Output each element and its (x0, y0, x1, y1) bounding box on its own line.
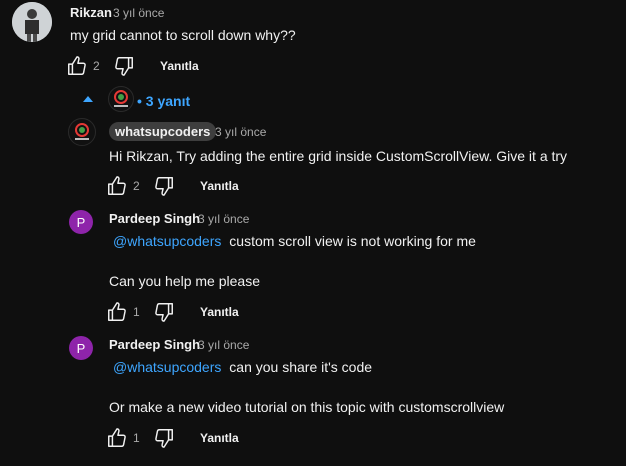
replies-toggle[interactable] (82, 93, 94, 105)
reply-text-line2: Can you help me please (109, 273, 260, 289)
reply-author[interactable]: Pardeep Singh (109, 337, 200, 352)
like-count: 1 (133, 431, 140, 445)
reply-text-line2: Or make a new video tutorial on this top… (109, 399, 505, 415)
replies-count: 3 yanıt (145, 93, 191, 109)
like-button[interactable] (106, 427, 128, 449)
avatar[interactable] (12, 2, 52, 42)
like-button[interactable] (66, 55, 88, 77)
mention-link[interactable]: @whatsupcoders (113, 233, 221, 249)
reply-author[interactable]: Pardeep Singh (109, 211, 200, 226)
thumbs-up-icon (108, 176, 126, 195)
comment-text: my grid cannot to scroll down why?? (70, 27, 296, 43)
like-count: 2 (133, 179, 140, 193)
avatar[interactable] (68, 118, 96, 146)
creator-author-badge[interactable]: whatsupcoders (109, 122, 217, 141)
reply-button[interactable]: Yanıtla (200, 431, 239, 445)
reply-text: Hi Rikzan, Try adding the entire grid in… (109, 148, 568, 164)
thumbs-down-icon (155, 177, 173, 196)
thumbs-down-icon (115, 57, 133, 76)
reply-button[interactable]: Yanıtla (200, 179, 239, 193)
separator-dot: • (137, 93, 142, 109)
thumbs-up-icon (108, 302, 126, 321)
like-count: 2 (93, 59, 100, 73)
avatar[interactable]: P (69, 336, 93, 360)
dislike-button[interactable] (153, 175, 175, 197)
creator-avatar (108, 86, 134, 112)
reply-time[interactable]: 3 yıl önce (198, 212, 249, 226)
replies-toggle-label[interactable]: • 3 yanıt (137, 93, 190, 109)
reply-text: @whatsupcoders can you share it's code (113, 359, 372, 375)
reply-button[interactable]: Yanıtla (160, 59, 199, 73)
comment-time[interactable]: 3 yıl önce (113, 6, 164, 20)
thumbs-down-icon (155, 303, 173, 322)
reply-time[interactable]: 3 yıl önce (198, 338, 249, 352)
reply-text: @whatsupcoders custom scroll view is not… (113, 233, 476, 249)
reply-button[interactable]: Yanıtla (200, 305, 239, 319)
dislike-button[interactable] (113, 55, 135, 77)
reply-time[interactable]: 3 yıl önce (215, 125, 266, 139)
thumbs-up-icon (108, 428, 126, 447)
dislike-button[interactable] (153, 301, 175, 323)
like-count: 1 (133, 305, 140, 319)
avatar[interactable]: P (69, 210, 93, 234)
like-button[interactable] (106, 175, 128, 197)
thumbs-down-icon (155, 429, 173, 448)
reply-text-body: can you share it's code (229, 359, 373, 375)
like-button[interactable] (106, 301, 128, 323)
thumbs-up-icon (68, 56, 86, 75)
reply-text-body: custom scroll view is not working for me (229, 233, 476, 249)
caret-up-icon (83, 96, 93, 102)
mention-link[interactable]: @whatsupcoders (113, 359, 221, 375)
dislike-button[interactable] (153, 427, 175, 449)
comment-author[interactable]: Rikzan (70, 5, 112, 20)
